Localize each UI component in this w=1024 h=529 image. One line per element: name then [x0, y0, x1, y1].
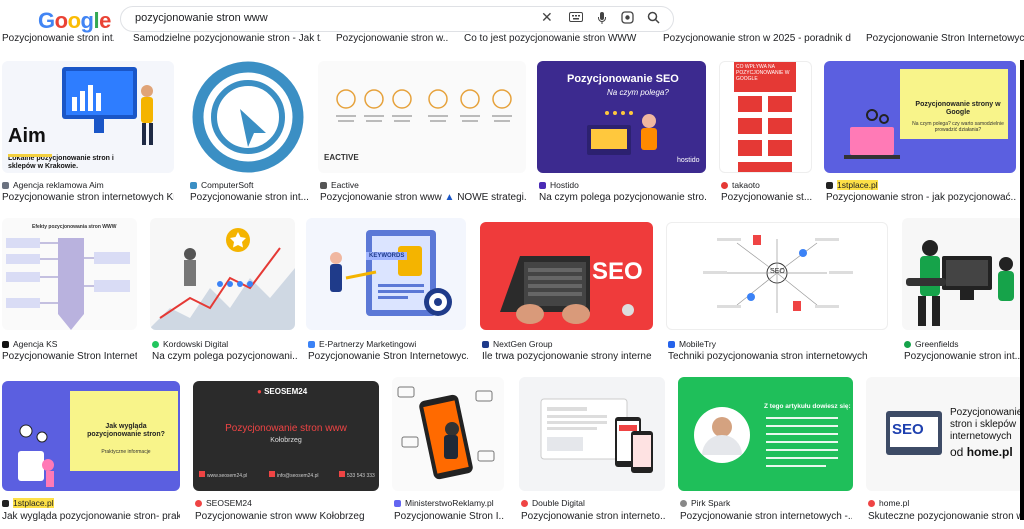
clear-icon[interactable]: ✕ [541, 10, 553, 24]
image-text: SEO [770, 268, 785, 275]
result-caption[interactable]: Pozycjonowanie stron interneto... [521, 511, 665, 522]
source-label[interactable]: Agencja reklamowa Aim [2, 180, 174, 190]
result-image[interactable] [902, 218, 1024, 330]
result-image[interactable] [519, 377, 665, 491]
search-input[interactable]: pozycjonowanie stron www [135, 12, 268, 24]
result-image[interactable]: Efekty pozycjonowania stron WWW [2, 218, 137, 330]
image-text: SEO [892, 421, 924, 438]
source-label[interactable]: Kordowski Digital [152, 339, 297, 349]
image-subtitle: Kołobrzeg [270, 437, 302, 444]
source-label[interactable]: Agencja KS [2, 339, 137, 349]
source-label[interactable]: Hostido [539, 180, 707, 190]
search-icon[interactable] [647, 11, 660, 27]
result-image[interactable]: SEO [480, 222, 653, 330]
result-image[interactable]: KEYWORDS [306, 218, 466, 330]
result-caption[interactable]: Jak wygląda pozycjonowanie stron- prak..… [2, 511, 180, 522]
result-caption[interactable]: Techniki pozycjonowania stron internetow… [668, 351, 888, 362]
result-caption[interactable]: Skuteczne pozycjonowanie stron w... [868, 511, 1024, 522]
google-logo[interactable]: Google [38, 8, 111, 34]
microphone-icon[interactable] [597, 11, 607, 28]
source-label[interactable]: takaoto [721, 180, 813, 190]
image-subtitle: od home.pl [950, 445, 1013, 459]
top-caption[interactable]: Pozycjonowanie Stron Internetowych - [866, 33, 1024, 44]
top-caption[interactable]: Pozycjonowanie stron w 2025 - poradnik d… [663, 33, 851, 44]
keyboard-icon[interactable] [569, 11, 583, 25]
result-caption[interactable]: Na czym polega pozycjonowani... [152, 351, 297, 362]
source-label[interactable]: MobileTry [668, 339, 888, 349]
image-subtitle: Na czym polega? [607, 88, 669, 97]
brand-logo: ● SEOSEM24 [257, 387, 308, 396]
image-title: Pozycjonowanie stron www [225, 423, 347, 434]
result-image[interactable]: Pozycjonowanie strony w Google Na czym p… [824, 61, 1016, 173]
result-image[interactable]: Aim Lokalne pozycjonowanie stron i sklep… [2, 61, 174, 173]
result-caption[interactable]: Pozycjonowanie stron int... [904, 351, 1024, 362]
source-label[interactable]: 1stplace.pl [2, 498, 180, 508]
search-box[interactable]: pozycjonowanie stron www ✕ [120, 6, 674, 32]
result-image[interactable]: SEO [666, 222, 888, 330]
image-text: KEYWORDS [366, 252, 408, 260]
top-caption[interactable]: Samodzielne pozycjonowanie stron - Jak t… [133, 33, 321, 44]
result-caption[interactable]: Pozycjonowanie Stron I... [394, 511, 504, 522]
image-title: Pozycjonowanie stron i sklepów interneto… [950, 407, 1023, 442]
source-label[interactable]: Eactive [320, 180, 526, 190]
image-text: SEO [592, 258, 643, 285]
result-caption[interactable]: Pozycjonowanie Stron Internetowyc... [308, 351, 468, 362]
source-label[interactable]: Greenfields [904, 339, 1024, 349]
result-caption[interactable]: Pozycjonowanie stron - jak pozycjonować.… [826, 192, 1016, 203]
result-image[interactable] [188, 61, 307, 173]
brand-logo: Aim [8, 125, 46, 147]
result-caption[interactable]: Pozycjonowanie stron int... [190, 192, 310, 203]
brand-logo: hostido [677, 157, 700, 164]
result-caption[interactable]: Pozycjonowanie stron internetowych -... [680, 511, 852, 522]
result-image[interactable]: SEO Pozycjonowanie stron i sklepów inter… [866, 377, 1024, 491]
scrollbar[interactable] [1020, 60, 1024, 520]
source-label[interactable]: SEOSEM24 [195, 498, 379, 508]
image-text: CO WPŁYWA NA POZYCJONOWANIE W GOOGLE [734, 62, 796, 92]
source-label[interactable]: home.pl [868, 498, 1024, 508]
result-caption[interactable]: Pozycjonowanie stron www ▲ NOWE strategi… [320, 192, 526, 203]
source-label[interactable]: ComputerSoft [190, 180, 310, 190]
source-label[interactable]: MinisterstwoReklamy.pl [394, 498, 504, 508]
brand-logo: EACTIVE [324, 153, 359, 162]
result-caption[interactable]: Pozycjonowanie Stron Internet... [2, 351, 137, 362]
result-image[interactable]: Z tego artykułu dowiesz się: [678, 377, 853, 491]
result-caption[interactable]: Pozycjonowanie stron www Kołobrzeg [195, 511, 379, 522]
result-image[interactable]: CO WPŁYWA NA POZYCJONOWANIE W GOOGLE [719, 61, 812, 173]
image-text: Lokalne pozycjonowanie stron i sklepów w… [8, 155, 114, 170]
image-title: Z tego artykułu dowiesz się: [764, 403, 851, 410]
source-label[interactable]: 1stplace.pl [826, 180, 1016, 190]
source-label[interactable]: NextGen Group [482, 339, 652, 349]
source-label[interactable]: Pirk Spark [680, 498, 852, 508]
top-caption[interactable]: Pozycjonowanie stron int... [2, 33, 114, 44]
result-image[interactable] [392, 377, 504, 491]
result-image[interactable]: Pozycjonowanie SEO Na czym polega? hosti… [537, 61, 706, 173]
lens-icon[interactable] [621, 11, 634, 27]
image-title: Pozycjonowanie SEO [567, 73, 679, 85]
result-caption[interactable]: Pozycjonowanie st... [721, 192, 813, 203]
result-image[interactable]: EACTIVE [318, 61, 526, 173]
source-label[interactable]: Double Digital [521, 498, 665, 508]
source-label[interactable]: E-Partnerzy Marketingowi [308, 339, 468, 349]
result-caption[interactable]: Na czym polega pozycjonowanie stro... [539, 192, 707, 203]
result-image[interactable] [150, 218, 295, 330]
top-caption[interactable]: Pozycjonowanie stron w... [336, 33, 448, 44]
result-caption[interactable]: Ile trwa pozycjonowanie strony interne..… [482, 351, 652, 362]
result-image[interactable]: Jak wygląda pozycjonowanie stron? Prakty… [2, 381, 180, 491]
result-caption[interactable]: Pozycjonowanie stron internetowych Kr... [2, 192, 174, 203]
top-caption[interactable]: Co to jest pozycjonowanie stron WWW ? [464, 33, 639, 44]
result-image[interactable]: ● SEOSEM24 Pozycjonowanie stron www Koło… [193, 381, 379, 491]
